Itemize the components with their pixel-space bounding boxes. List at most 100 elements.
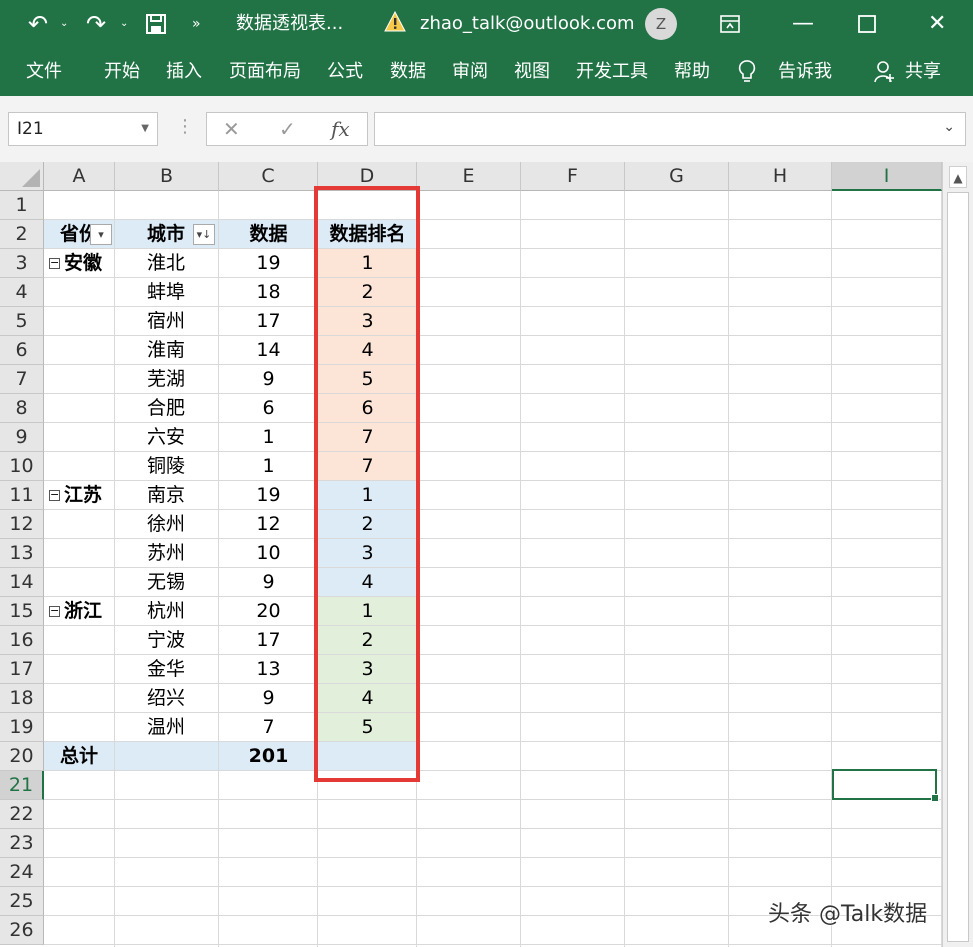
tab-view[interactable]: 视图 [514,50,550,94]
cancel-icon[interactable]: ✕ [223,113,240,145]
undo-icon[interactable]: ↶ [28,0,48,48]
collapse-group-button[interactable]: − [49,489,60,501]
row-header[interactable]: 20 [0,742,44,771]
formula-buttons: ✕ ✓ fx [206,112,368,146]
column-header-e[interactable]: E [417,162,521,191]
row-header[interactable]: 11 [0,481,44,510]
account-email[interactable]: zhao_talk@outlook.com [420,0,635,48]
lightbulb-icon[interactable] [738,50,756,94]
pivot-total-label: 总计 [60,745,99,767]
column-header-a[interactable]: A [44,162,115,191]
row-header[interactable]: 26 [0,916,44,945]
select-all-button[interactable] [0,162,44,191]
active-cell[interactable] [832,769,939,802]
minimize-icon[interactable]: — [792,0,814,48]
share-button[interactable]: 共享 [905,50,941,94]
avatar[interactable]: Z [645,8,677,40]
row-header[interactable]: 18 [0,684,44,713]
gridline [624,191,625,947]
pivot-data-value: 9 [262,368,275,390]
row-header[interactable]: 12 [0,510,44,539]
chevron-down-icon[interactable]: ▼ [141,113,149,145]
redo-icon[interactable]: ↷ [86,0,106,48]
row-header[interactable]: 4 [0,278,44,307]
column-header-f[interactable]: F [521,162,625,191]
undo-dropdown-icon[interactable]: ⌄ [60,0,68,48]
fill-handle[interactable] [931,794,939,802]
row-header[interactable]: 9 [0,423,44,452]
collapse-group-button[interactable]: − [49,257,60,269]
more-icon[interactable]: » [192,0,201,48]
title-bar: ↶ ⌄ ↷ ⌄ » 数据透视表... zhao_talk@outlook.com… [0,0,973,96]
name-box-value: I21 [17,119,44,139]
row-header[interactable]: 22 [0,800,44,829]
tab-review[interactable]: 审阅 [452,50,488,94]
row-header[interactable]: 5 [0,307,44,336]
column-header-b[interactable]: B [115,162,219,191]
row-header[interactable]: 2 [0,220,44,249]
tab-home[interactable]: 开始 [104,50,140,94]
formula-input[interactable]: ⌄ [374,112,966,146]
pivot-data-value: 13 [256,658,281,680]
save-icon[interactable] [146,0,166,48]
row-header[interactable]: 14 [0,568,44,597]
vertical-scrollbar[interactable]: ▲ [942,162,973,947]
pivot-city: 淮北 [147,252,186,274]
gridline [44,828,942,829]
row-header[interactable]: 24 [0,858,44,887]
warning-icon[interactable] [384,10,406,33]
tab-data[interactable]: 数据 [390,50,426,94]
share-icon[interactable] [874,50,896,94]
name-box[interactable]: I21 ▼ [8,112,158,146]
tab-tell-me[interactable]: 告诉我 [778,50,832,94]
tab-developer[interactable]: 开发工具 [576,50,648,94]
pivot-header-city: 城市 [147,223,186,245]
close-icon[interactable]: ✕ [928,0,946,48]
pivot-city: 金华 [147,658,186,680]
row-header[interactable]: 6 [0,336,44,365]
row-header[interactable]: 15 [0,597,44,626]
pivot-data-value: 7 [262,716,275,738]
pivot-city: 无锡 [147,571,186,593]
scroll-up-icon[interactable]: ▲ [949,166,967,188]
row-header[interactable]: 17 [0,655,44,684]
enter-icon[interactable]: ✓ [279,113,296,145]
column-header-i[interactable]: I [832,162,942,191]
insert-function-icon[interactable]: fx [331,113,350,145]
ribbon-display-icon[interactable] [720,0,740,48]
tab-file[interactable]: 文件 [26,50,62,94]
redo-dropdown-icon[interactable]: ⌄ [120,0,128,48]
row-header[interactable]: 25 [0,887,44,916]
tab-formulas[interactable]: 公式 [327,50,363,94]
row-header[interactable]: 7 [0,365,44,394]
pivot-city: 苏州 [147,542,186,564]
row-header[interactable]: 10 [0,452,44,481]
worksheet-grid[interactable]: A B C D E F G H I 1 2 3 4 5 6 7 8 9 10 11 12 13 14 15 16 17 18 19 20… [0,162,942,947]
gridline [728,191,729,947]
row-header[interactable]: 21 [0,771,44,800]
pivot-data-value: 9 [262,687,275,709]
tab-page-layout[interactable]: 页面布局 [229,50,301,94]
pivot-data-value: 18 [256,281,281,303]
expand-formula-icon[interactable]: ⌄ [943,119,955,135]
formula-bar-grip-icon[interactable]: ⋮ [176,116,194,137]
province-filter-button[interactable]: ▾ [90,224,112,245]
pivot-city: 六安 [147,426,186,448]
row-header[interactable]: 8 [0,394,44,423]
pivot-data-value: 12 [256,513,281,535]
row-header[interactable]: 16 [0,626,44,655]
column-header-h[interactable]: H [729,162,832,191]
row-header[interactable]: 3 [0,249,44,278]
row-header[interactable]: 1 [0,191,44,220]
row-header[interactable]: 23 [0,829,44,858]
column-header-c[interactable]: C [219,162,318,191]
row-header[interactable]: 19 [0,713,44,742]
row-header[interactable]: 13 [0,539,44,568]
column-header-g[interactable]: G [625,162,729,191]
tab-insert[interactable]: 插入 [166,50,202,94]
collapse-group-button[interactable]: − [49,605,60,617]
maximize-icon[interactable] [858,0,876,48]
scroll-thumb[interactable] [947,192,969,942]
city-sort-filter-button[interactable]: ▾↓ [193,224,215,245]
tab-help[interactable]: 帮助 [674,50,710,94]
